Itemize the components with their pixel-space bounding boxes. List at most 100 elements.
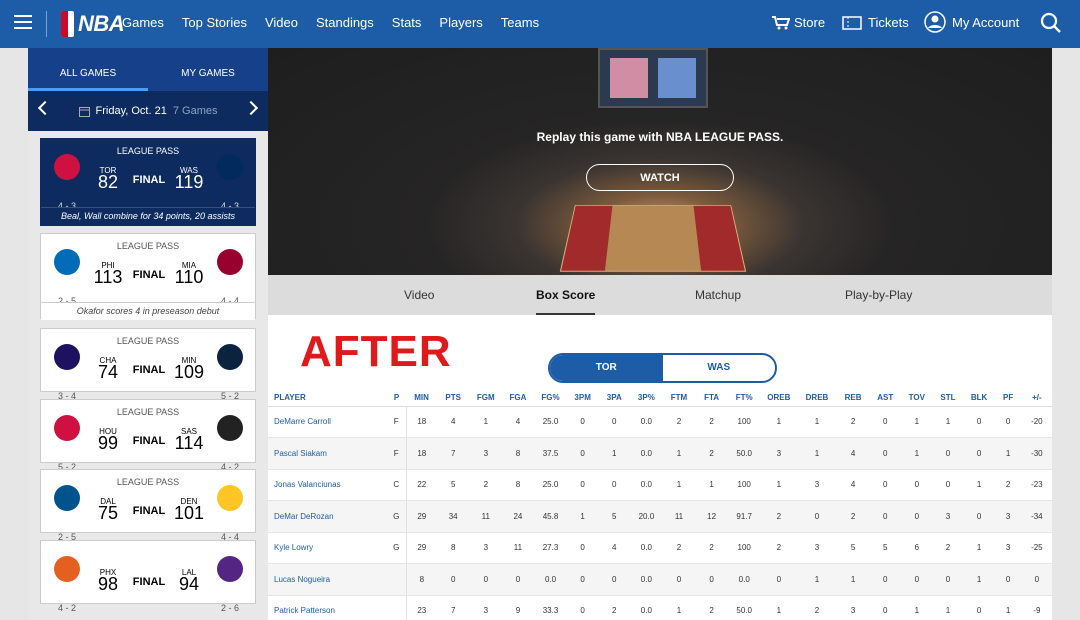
away-record: 4 - 2 bbox=[57, 603, 76, 613]
nav-link-teams[interactable]: Teams bbox=[501, 15, 539, 30]
column-header[interactable]: FGM bbox=[469, 390, 502, 407]
game-card[interactable]: LEAGUE PASS DAL 75 FINAL DEN 101 2 - 54 - 4 bbox=[40, 469, 256, 542]
column-header[interactable]: TOV bbox=[901, 390, 933, 407]
stat-cell: 1 bbox=[662, 469, 696, 501]
nav-link-games[interactable]: Games bbox=[122, 15, 164, 30]
away-team-logo-icon bbox=[54, 249, 80, 275]
column-header[interactable]: PF bbox=[994, 390, 1022, 407]
stat-cell: 0 bbox=[469, 563, 502, 596]
game-caption[interactable]: Okafor scores 4 in preseason debut bbox=[41, 302, 255, 320]
stat-cell: F bbox=[386, 406, 408, 438]
player-name-link[interactable]: Kyle Lowry bbox=[268, 532, 387, 564]
column-header[interactable]: FT% bbox=[727, 390, 761, 407]
stat-cell: 0 bbox=[662, 563, 696, 596]
my-account-link[interactable]: My Account bbox=[924, 11, 1019, 33]
stat-cell: 25.0 bbox=[533, 469, 568, 501]
nba-logo[interactable]: NBA bbox=[61, 10, 125, 38]
home-score: 114 bbox=[174, 433, 204, 453]
stat-cell: 2 bbox=[598, 595, 631, 620]
stat-cell: 0 bbox=[1021, 563, 1052, 596]
stat-cell: G bbox=[386, 500, 408, 533]
stat-cell: 0.0 bbox=[630, 437, 663, 470]
stat-cell: 50.0 bbox=[727, 437, 761, 470]
column-header[interactable]: AST bbox=[869, 390, 902, 407]
stat-cell: 18 bbox=[406, 406, 437, 438]
toggle-tor[interactable]: TOR bbox=[550, 355, 663, 381]
column-header[interactable]: PTS bbox=[436, 390, 470, 407]
player-name-link[interactable]: Patrick Patterson bbox=[268, 595, 387, 620]
tab-matchup[interactable]: Matchup bbox=[695, 288, 741, 302]
stat-cell: 1 bbox=[932, 595, 964, 620]
home-team-logo-icon bbox=[217, 344, 243, 370]
away-score: 99 bbox=[97, 433, 119, 453]
stat-cell: 4 bbox=[598, 532, 631, 564]
game-card[interactable]: LEAGUE PASS TOR 82 FINAL WAS 119 4 - 34 - 3 Bea… bbox=[40, 138, 256, 226]
stat-cell: 100 bbox=[727, 406, 761, 438]
player-name-link[interactable]: Jonas Valanciunas bbox=[268, 469, 387, 501]
column-header[interactable]: P bbox=[386, 390, 407, 407]
player-name-link[interactable]: Lucas Nogueira bbox=[268, 563, 387, 596]
watch-button[interactable]: WATCH bbox=[586, 164, 734, 191]
prev-date-arrow-icon[interactable] bbox=[37, 100, 53, 116]
tickets-link[interactable]: Tickets bbox=[842, 15, 909, 30]
tab-all-games[interactable]: ALL GAMES bbox=[28, 48, 148, 91]
column-header[interactable]: FTM bbox=[662, 390, 696, 407]
nav-link-stats[interactable]: Stats bbox=[392, 15, 422, 30]
stat-cell: 0 bbox=[901, 500, 933, 533]
game-card[interactable]: PHX 98 FINAL LAL 94 4 - 22 - 6 bbox=[40, 540, 256, 613]
column-header[interactable]: 3PA bbox=[598, 390, 631, 407]
game-card[interactable]: LEAGUE PASS CHA 74 FINAL MIN 109 3 - 45 - 2 bbox=[40, 328, 256, 401]
store-link[interactable]: Store bbox=[772, 15, 825, 30]
column-header[interactable]: FTA bbox=[695, 390, 728, 407]
stat-cell: 1 bbox=[662, 437, 696, 470]
tab-video[interactable]: Video bbox=[404, 288, 434, 302]
column-header[interactable]: 3P% bbox=[630, 390, 663, 407]
stat-cell: 0.0 bbox=[727, 563, 761, 596]
stat-cell: 29 bbox=[406, 532, 437, 564]
stat-cell: 1 bbox=[469, 406, 502, 438]
player-name-link[interactable]: Pascal Siakam bbox=[268, 437, 387, 470]
nav-link-video[interactable]: Video bbox=[265, 15, 298, 30]
tab-my-games[interactable]: MY GAMES bbox=[148, 48, 268, 91]
league-pass-label: LEAGUE PASS bbox=[116, 336, 180, 346]
column-header[interactable]: 3PM bbox=[567, 390, 599, 407]
column-header[interactable]: FG% bbox=[533, 390, 568, 407]
column-header[interactable]: PLAYER bbox=[268, 390, 387, 407]
stat-cell: 1 bbox=[901, 595, 933, 620]
column-header[interactable]: FGA bbox=[501, 390, 534, 407]
column-header[interactable]: +/- bbox=[1021, 390, 1052, 407]
column-header[interactable]: MIN bbox=[406, 390, 437, 407]
stat-cell: 3 bbox=[837, 595, 870, 620]
home-score: 109 bbox=[173, 362, 205, 382]
stat-cell: 11 bbox=[501, 532, 534, 564]
nav-link-top-stories[interactable]: Top Stories bbox=[182, 15, 247, 30]
stat-cell: 45.8 bbox=[533, 500, 568, 533]
tab-play-by-play[interactable]: Play-by-Play bbox=[845, 288, 912, 302]
column-header[interactable]: DREB bbox=[796, 390, 838, 407]
stat-cell: 50.0 bbox=[727, 595, 761, 620]
nav-link-standings[interactable]: Standings bbox=[316, 15, 374, 30]
column-header[interactable]: REB bbox=[837, 390, 870, 407]
game-card[interactable]: LEAGUE PASS PHI 113 FINAL MIA 110 2 - 54 - 4 Ok… bbox=[40, 233, 256, 320]
stat-cell: 0 bbox=[869, 563, 902, 596]
search-icon[interactable] bbox=[1040, 12, 1062, 34]
stat-cell: 0 bbox=[932, 437, 964, 470]
game-caption[interactable]: Beal, Wall combine for 34 points, 20 ass… bbox=[41, 207, 255, 225]
away-score: 98 bbox=[97, 574, 119, 594]
stat-cell: 11 bbox=[662, 500, 696, 533]
column-header[interactable]: OREB bbox=[760, 390, 797, 407]
column-header[interactable]: STL bbox=[932, 390, 964, 407]
game-card[interactable]: LEAGUE PASS HOU 99 FINAL SAS 114 5 - 24 - 2 bbox=[40, 399, 256, 472]
toggle-was[interactable]: WAS bbox=[663, 355, 776, 381]
player-name-link[interactable]: DeMar DeRozan bbox=[268, 500, 387, 533]
next-date-arrow-icon[interactable] bbox=[243, 100, 259, 116]
player-name-link[interactable]: DeMarre Carroll bbox=[268, 406, 387, 438]
stat-cell: 2 bbox=[695, 532, 728, 564]
menu-icon[interactable] bbox=[14, 15, 32, 29]
stat-cell: 0 bbox=[869, 500, 902, 533]
stat-cell: 2 bbox=[662, 406, 696, 438]
column-header[interactable]: BLK bbox=[963, 390, 995, 407]
nav-link-players[interactable]: Players bbox=[439, 15, 482, 30]
stat-cell: 0 bbox=[901, 563, 933, 596]
tab-box-score[interactable]: Box Score bbox=[536, 288, 596, 315]
